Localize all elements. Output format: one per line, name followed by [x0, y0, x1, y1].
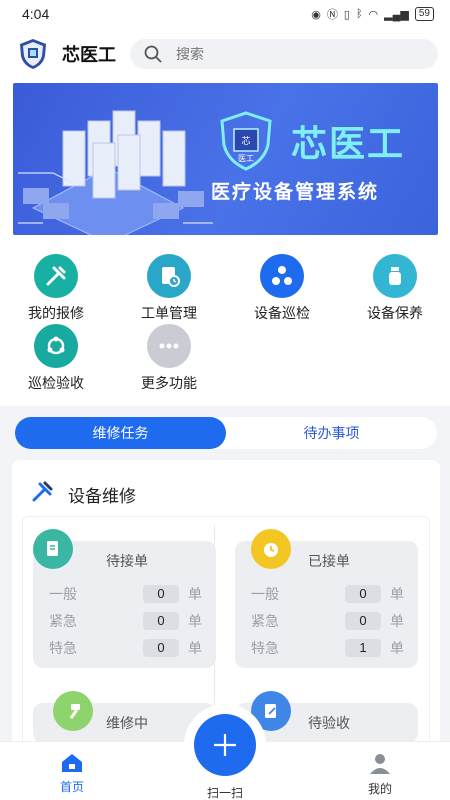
row-value: 1	[345, 639, 381, 657]
search-bar[interactable]	[130, 39, 438, 69]
eye-icon: ◉	[311, 8, 321, 21]
panel-row: 紧急 0 单	[49, 610, 209, 632]
function-acceptance[interactable]: 巡检验收	[6, 324, 106, 393]
function-inspection[interactable]: 设备巡检	[232, 254, 332, 323]
panel-row: 一般 0 单	[251, 583, 411, 605]
banner-title: 芯医工	[291, 123, 406, 164]
cycle-icon	[34, 324, 78, 368]
server-rack-illustration	[18, 110, 213, 235]
plus-icon	[194, 714, 256, 776]
document-icon	[33, 529, 73, 569]
row-value: 0	[143, 612, 179, 630]
vibrate-icon: ▯	[343, 8, 350, 21]
svg-text:医工: 医工	[238, 154, 254, 163]
banner[interactable]: 芯 医工 芯医工 医疗设备管理系统	[13, 83, 438, 235]
task-tabs: 维修任务 待办事项	[15, 417, 437, 449]
tab-todo[interactable]: 待办事项	[226, 417, 437, 449]
signal-icon: ▂▄▆	[384, 8, 409, 21]
function-more[interactable]: 更多功能	[119, 324, 219, 393]
row-unit: 单	[188, 586, 202, 602]
row-unit: 单	[188, 613, 202, 629]
row-label: 一般	[49, 586, 77, 602]
nav-home-label: 首页	[59, 780, 84, 794]
row-label: 一般	[251, 586, 279, 602]
bluetooth-icon: ᛒ	[355, 8, 363, 20]
nav-scan-label: 扫一扫	[206, 786, 243, 800]
card-title: 设备维修	[68, 487, 136, 506]
nav-mine-label: 我的	[367, 782, 392, 796]
nav-scan-label-wrap[interactable]: 扫一扫	[195, 784, 255, 800]
status-icons: ◉ Ⓝ ▯ ᛒ ◠ ▂▄▆ 59	[311, 6, 434, 22]
tab-repair-tasks[interactable]: 维修任务	[15, 417, 226, 449]
row-value: 0	[143, 639, 179, 657]
panel-title: 已接单	[308, 553, 350, 569]
tools-icon	[34, 254, 78, 298]
home-icon	[62, 754, 82, 772]
function-label: 我的报修	[28, 305, 84, 321]
banner-shield-icon: 芯 医工	[220, 111, 272, 171]
panel-title: 待验收	[308, 715, 350, 731]
network-icon	[260, 254, 304, 298]
panel-row: 特急 0 单	[49, 637, 209, 659]
user-icon	[370, 754, 390, 774]
app-logo-icon	[20, 39, 46, 69]
function-label: 更多功能	[141, 375, 197, 391]
panel-row: 特急 1 单	[251, 637, 411, 659]
function-work-orders[interactable]: 工单管理	[119, 254, 219, 323]
row-unit: 单	[390, 640, 404, 656]
search-icon	[144, 45, 162, 63]
clipboard-clock-icon	[147, 254, 191, 298]
hammer-icon	[53, 691, 93, 731]
row-value: 0	[345, 585, 381, 603]
row-unit: 单	[188, 640, 202, 656]
panel-row: 一般 0 单	[49, 583, 209, 605]
bottle-icon	[373, 254, 417, 298]
nfc-icon: Ⓝ	[326, 9, 338, 21]
app-header: 芯医工	[0, 28, 450, 80]
svg-text:芯: 芯	[241, 135, 250, 147]
function-label: 工单管理	[141, 305, 197, 321]
tools-icon	[32, 481, 53, 502]
search-input[interactable]	[176, 46, 376, 62]
row-unit: 单	[390, 613, 404, 629]
row-label: 紧急	[49, 613, 77, 629]
function-maintenance[interactable]: 设备保养	[345, 254, 445, 323]
more-icon	[147, 324, 191, 368]
row-value: 0	[143, 585, 179, 603]
panel-pending[interactable]: 待接单 一般 0 单 紧急 0 单 特急 0 单	[33, 529, 216, 668]
wifi-icon: ◠	[368, 8, 379, 21]
battery-icon: 59	[414, 7, 434, 21]
app-title: 芯医工	[62, 45, 116, 65]
panel-accepted[interactable]: 已接单 一般 0 单 紧急 0 单 特急 1 单	[235, 529, 418, 668]
nav-home[interactable]: 首页	[48, 752, 96, 795]
panel-title: 待接单	[106, 553, 148, 569]
status-bar: 4:04 ◉ Ⓝ ▯ ᛒ ◠ ▂▄▆ 59	[0, 0, 450, 28]
panel-title: 维修中	[106, 715, 148, 731]
row-unit: 单	[390, 586, 404, 602]
function-my-repair[interactable]: 我的报修	[6, 254, 106, 323]
row-value: 0	[345, 612, 381, 630]
function-label: 巡检验收	[28, 375, 84, 391]
nav-mine[interactable]: 我的	[356, 752, 404, 797]
panel-row: 紧急 0 单	[251, 610, 411, 632]
row-label: 特急	[49, 640, 77, 656]
banner-subtitle: 医疗设备管理系统	[211, 182, 380, 203]
scan-button[interactable]	[184, 704, 266, 786]
function-label: 设备保养	[367, 305, 423, 321]
row-label: 紧急	[251, 613, 279, 629]
function-label: 设备巡检	[254, 305, 310, 321]
row-label: 特急	[251, 640, 279, 656]
status-time: 4:04	[22, 6, 50, 22]
alarm-clock-icon	[251, 529, 291, 569]
